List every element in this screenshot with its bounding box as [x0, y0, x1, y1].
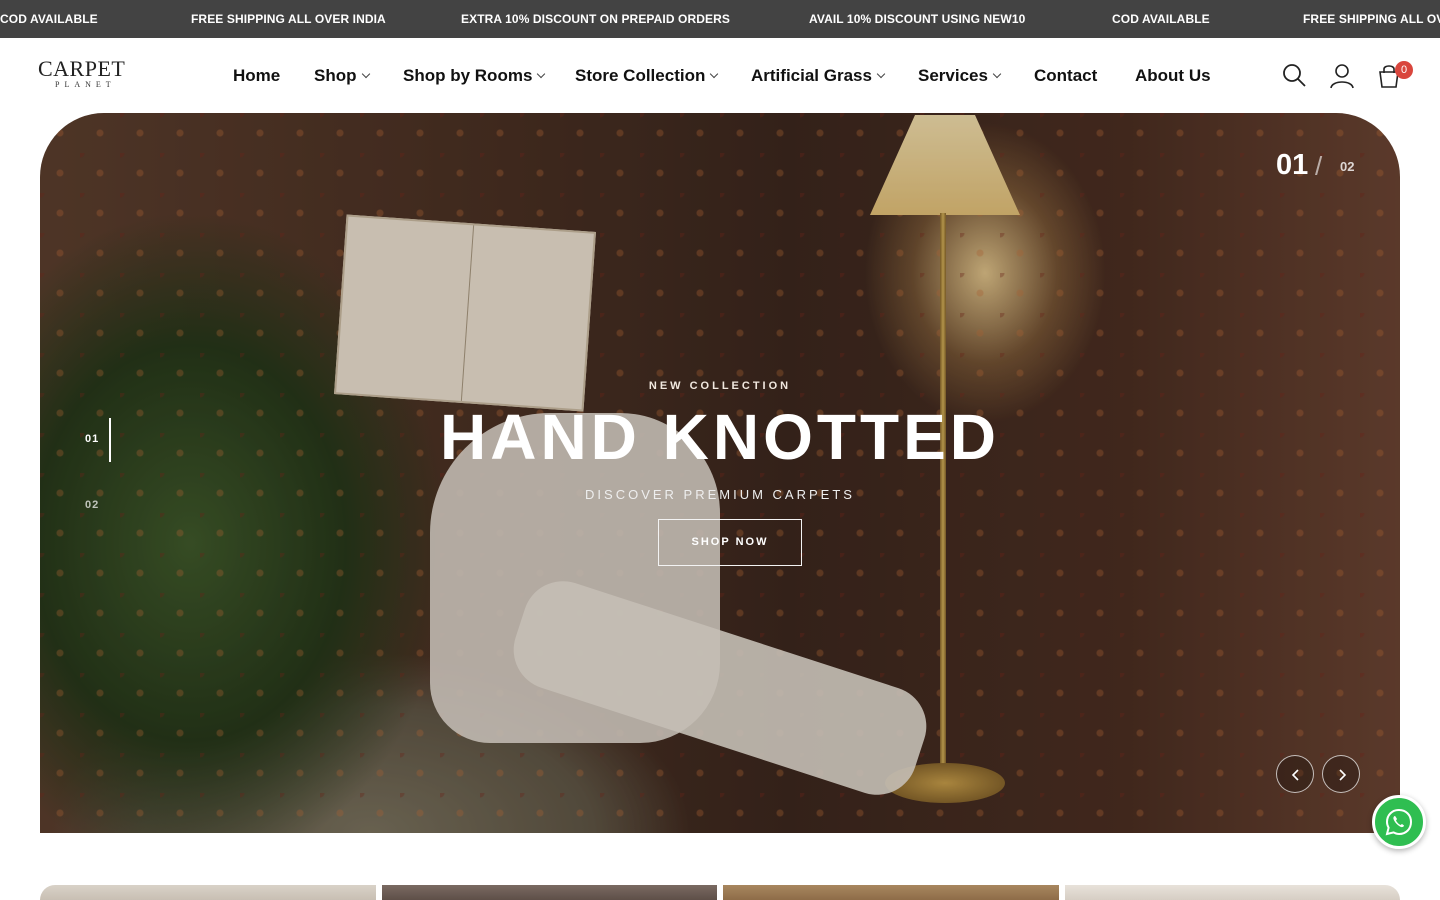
nav-about-us[interactable]: About Us: [1135, 38, 1211, 113]
chevron-right-icon: [1339, 769, 1347, 781]
chevron-down-icon: [876, 69, 886, 79]
nav-home[interactable]: Home: [233, 38, 280, 113]
announcement-text: FREE SHIPPING ALL OVER: [1303, 12, 1440, 26]
announcement-text: EXTRA 10% DISCOUNT ON PREPAID ORDERS: [461, 12, 730, 26]
whatsapp-button[interactable]: [1372, 795, 1426, 849]
slide-counter-separator: /: [1315, 151, 1323, 181]
slide-counter-total: 02: [1340, 159, 1355, 174]
hero-slider[interactable]: 01 / 02 01 02 NEW COLLECTION HAND KNOTTE…: [40, 113, 1400, 833]
slider-next-button[interactable]: [1322, 755, 1360, 793]
nav-label: Artificial Grass: [751, 66, 872, 85]
nav-shop[interactable]: Shop: [314, 38, 370, 113]
search-icon[interactable]: [1281, 62, 1309, 90]
announcement-text: AVAIL 10% DISCOUNT USING NEW10: [809, 12, 1026, 26]
announcement-text: COD AVAILABLE: [0, 12, 98, 26]
nav-contact[interactable]: Contact: [1034, 38, 1097, 113]
announcement-text: FREE SHIPPING ALL OVER INDIA: [191, 12, 386, 26]
category-thumb[interactable]: [382, 885, 717, 900]
category-thumb[interactable]: [723, 885, 1059, 900]
chevron-down-icon: [710, 69, 719, 79]
nav-store-collection[interactable]: Store Collection: [575, 38, 719, 113]
site-header: CARPET PLANET Home Shop Shop by Rooms St…: [0, 38, 1440, 113]
logo[interactable]: CARPET PLANET: [38, 56, 126, 93]
nav-shop-by-rooms[interactable]: Shop by Rooms: [403, 38, 546, 113]
nav-services[interactable]: Services: [918, 38, 1002, 113]
category-thumb[interactable]: [1065, 885, 1400, 900]
nav-label: About Us: [1135, 66, 1211, 85]
nav-label: Services: [918, 66, 988, 85]
whatsapp-icon: [1385, 808, 1413, 836]
hero-title: HAND KNOTTED: [440, 401, 1000, 473]
shop-now-button[interactable]: SHOP NOW: [658, 519, 802, 566]
chevron-down-icon: [537, 69, 546, 79]
slide-counter-current: 01: [1276, 149, 1309, 181]
chevron-left-icon: [1291, 769, 1299, 781]
category-thumb[interactable]: [40, 885, 376, 900]
announcement-text: COD AVAILABLE: [1112, 12, 1210, 26]
chevron-down-icon: [361, 69, 370, 79]
hero-subtitle: DISCOVER PREMIUM CARPETS: [585, 487, 855, 502]
logo-text: CARPET: [38, 56, 126, 81]
nav-label: Contact: [1034, 66, 1098, 85]
announcement-bar: COD AVAILABLE FREE SHIPPING ALL OVER IND…: [0, 0, 1440, 38]
nav-artificial-grass[interactable]: Artificial Grass: [751, 38, 886, 113]
user-icon[interactable]: [1328, 62, 1356, 90]
logo-subtext: PLANET: [55, 80, 116, 89]
slider-prev-button[interactable]: [1276, 755, 1314, 793]
hero-eyebrow: NEW COLLECTION: [648, 380, 792, 392]
nav-label: Shop: [314, 66, 357, 85]
nav-label: Store Collection: [575, 66, 706, 85]
cart-count-badge: 0: [1395, 61, 1413, 79]
chevron-down-icon: [992, 69, 1002, 79]
nav-label: Shop by Rooms: [403, 66, 533, 85]
nav-label: Home: [233, 66, 281, 85]
